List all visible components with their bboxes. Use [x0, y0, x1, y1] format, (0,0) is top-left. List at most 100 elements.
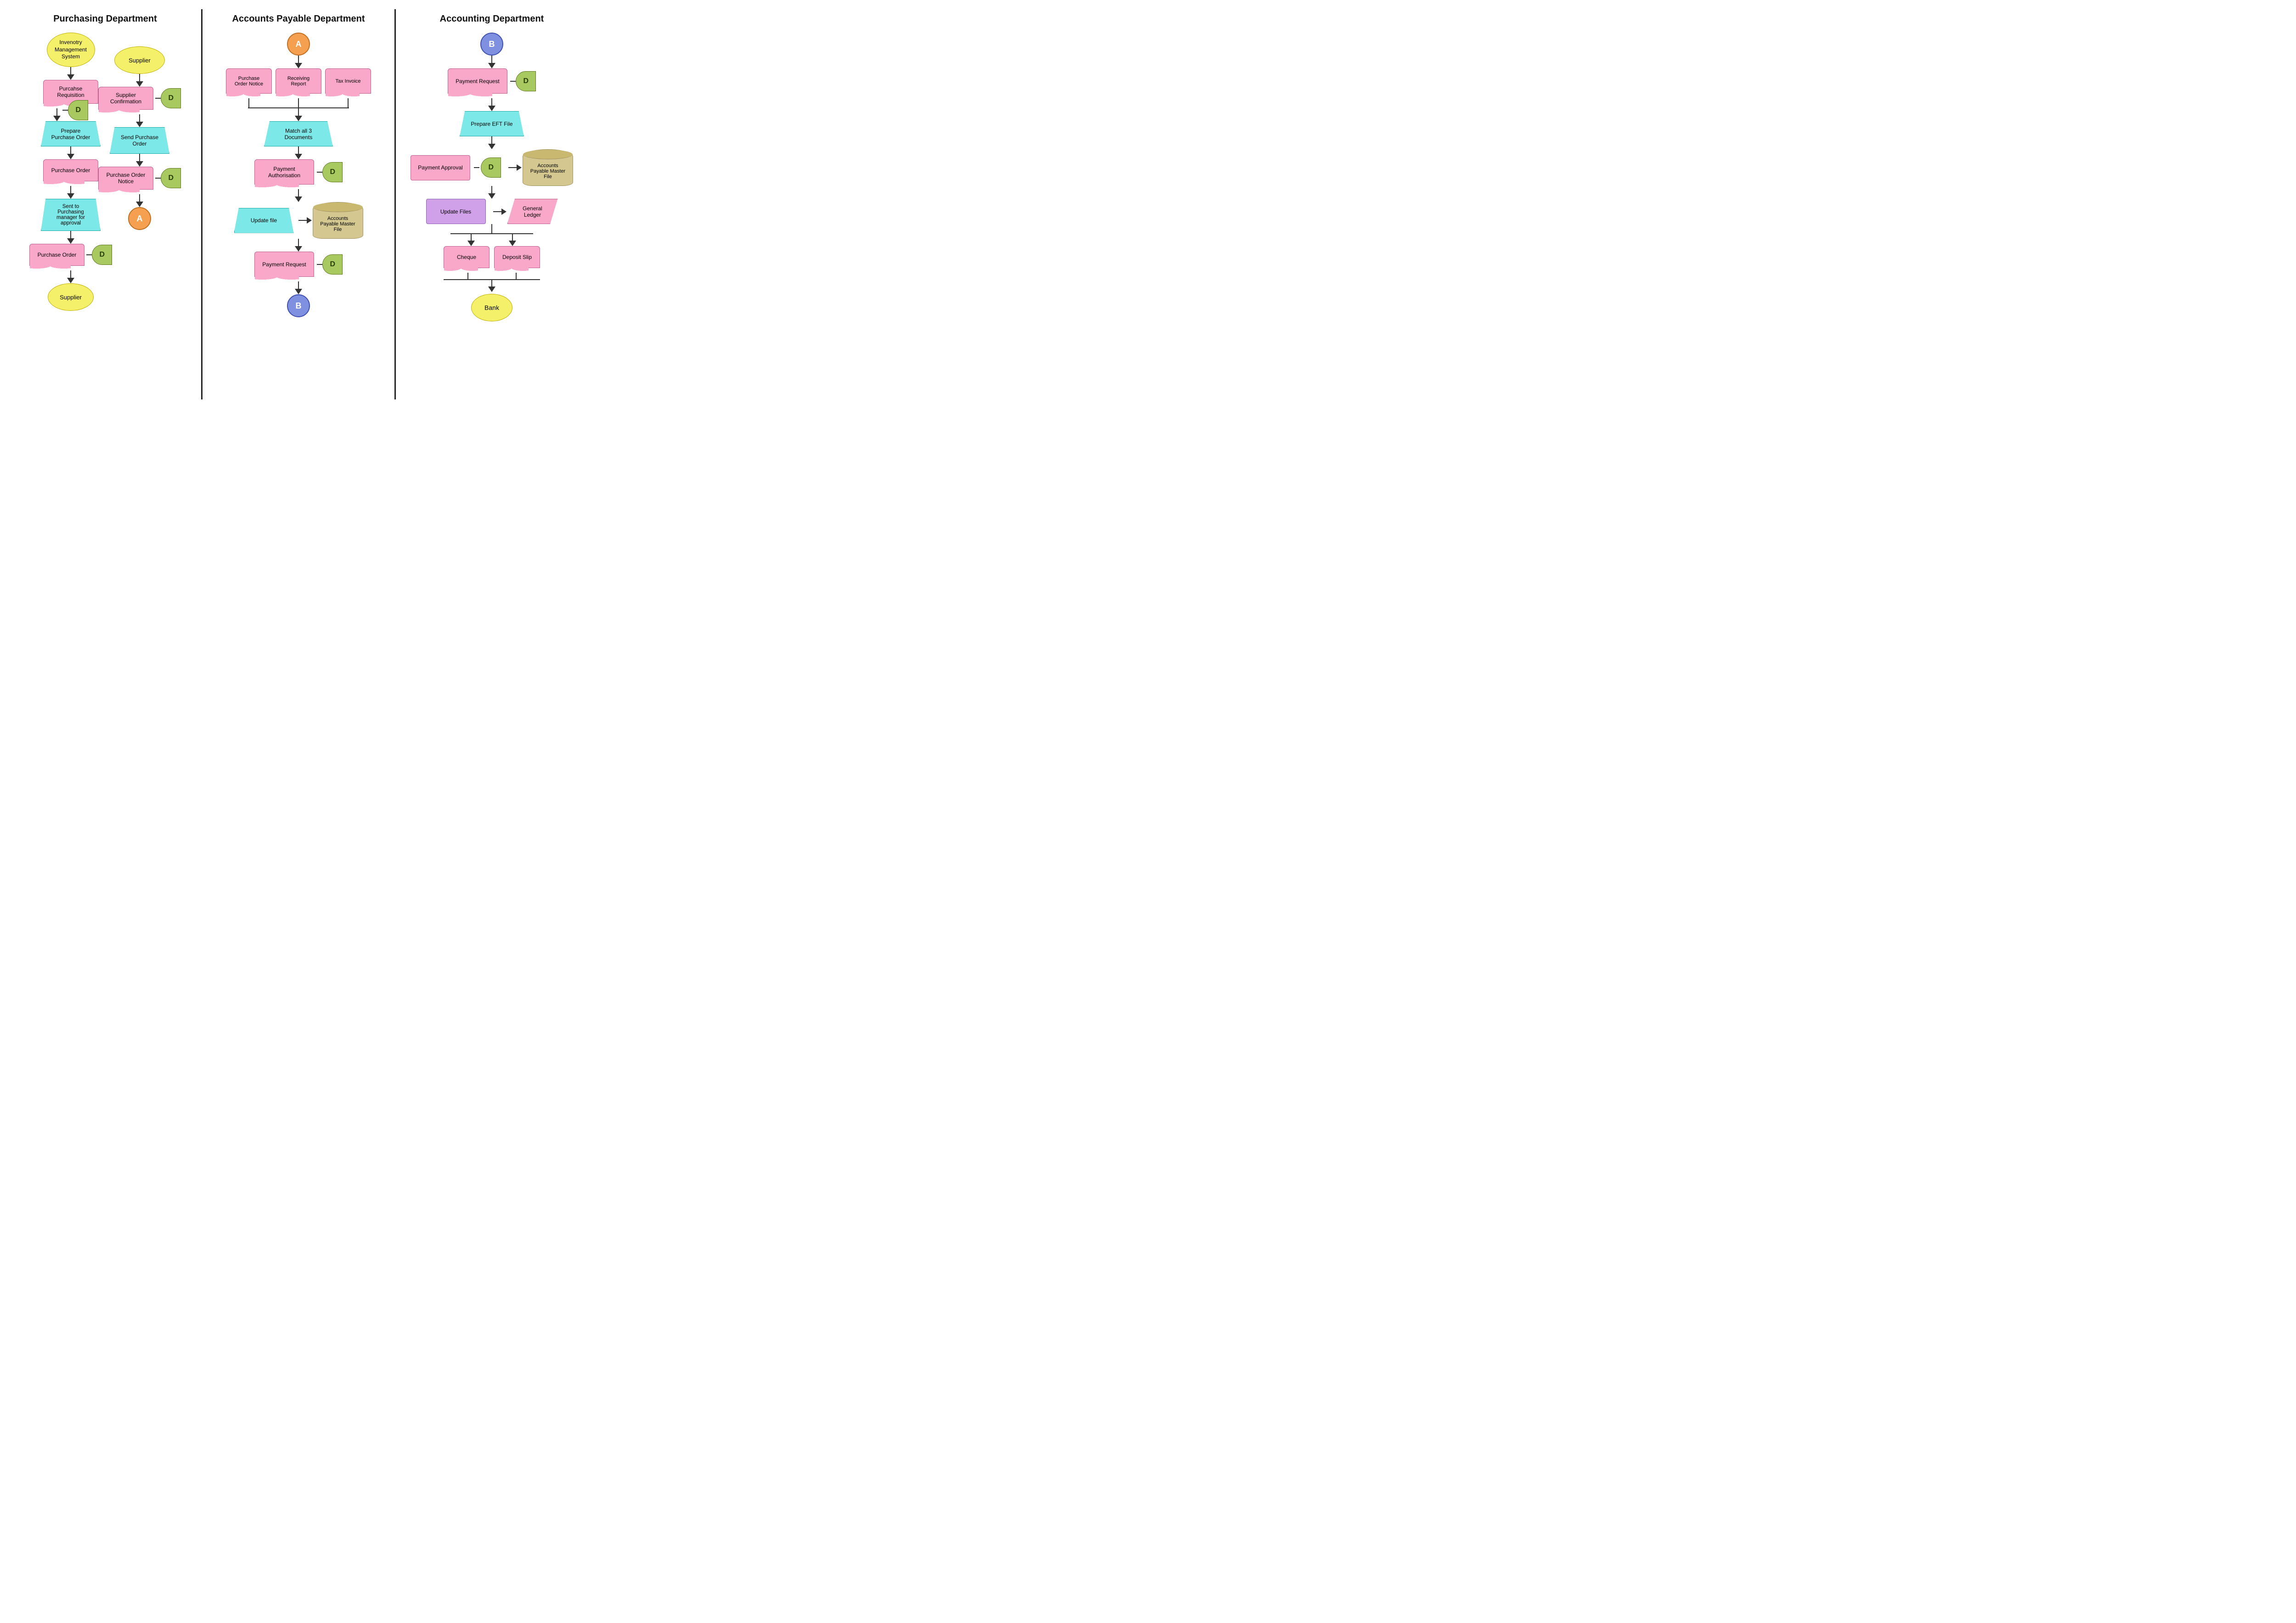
- d-shape-payauth: D: [322, 162, 343, 182]
- update-files-shape: Update Files: [426, 199, 486, 224]
- inventory-label: Invenotry Management System: [55, 39, 87, 61]
- prepare-po-label: Prepare Purchase Order: [50, 128, 92, 140]
- ap-dept-title: Accounts Payable Department: [209, 14, 388, 24]
- acc-arrow3: [488, 136, 495, 149]
- general-ledger-shape: General Ledger: [507, 199, 558, 224]
- supplier-left-label: Supplier: [60, 294, 82, 301]
- payment-request-ap-label: Payment Request: [262, 261, 306, 268]
- bank-label: Bank: [484, 304, 499, 311]
- tax-invoice-col: Tax Invoice: [325, 68, 371, 107]
- arrow-r2: [136, 114, 143, 127]
- update-files-label: Update Files: [440, 208, 471, 215]
- sent-approval-wrapper: Sent to Purchasing manager for approval: [41, 199, 101, 231]
- inventory-wrapper: Invenotry Management System: [47, 33, 95, 67]
- ap-arrow3: [295, 146, 302, 159]
- purchase-req-shape: Purcahse Requisition: [43, 80, 98, 104]
- deposit-slip-shape: Deposit Slip: [494, 246, 540, 268]
- po-notice-col: Purchase Order Notice: [226, 68, 272, 107]
- ap-department: Accounts Payable Department A Purchase O…: [203, 9, 394, 399]
- purchase-req-label: Purcahse Requisition: [49, 85, 92, 98]
- po-notice-ap-label: Purchase Order Notice: [232, 76, 266, 87]
- diagram-container: Purchasing Department Invenotry Manageme…: [9, 9, 588, 399]
- update-file-shape: Update file: [234, 208, 294, 233]
- bank-shape: Bank: [471, 294, 512, 321]
- send-po-shape: Send Purchase Order: [110, 127, 169, 154]
- merge-line-3: [348, 98, 349, 107]
- ap-arrow5: [295, 239, 302, 252]
- po-notice-right-label: Purchase Order Notice: [104, 172, 147, 185]
- receiving-report-label: Receiving Report: [281, 76, 315, 87]
- sent-approval-shape: Sent to Purchasing manager for approval: [41, 199, 101, 231]
- split-arrow: Cheque Deposit Slip: [444, 224, 540, 321]
- receiving-report-shape: Receiving Report: [276, 68, 321, 94]
- arrow4: [67, 186, 74, 199]
- receiving-report-col: Receiving Report: [276, 68, 321, 107]
- acc-layout: B Payment Request D: [403, 33, 581, 321]
- arrow-r4: [136, 194, 143, 207]
- po2-label: Purchase Order: [38, 252, 77, 258]
- d-shape-payreq: D: [322, 254, 343, 275]
- po1-shape: Purchase Order: [43, 159, 98, 181]
- d-shape-purchreq: D: [68, 100, 88, 120]
- arrow1: [67, 67, 74, 80]
- ap-section: A Purchase Order Notice Re: [209, 33, 388, 317]
- purchasing-department: Purchasing Department Invenotry Manageme…: [9, 9, 201, 399]
- prepare-eft-shape: Prepare EFT File: [460, 111, 524, 136]
- supplier-confirm-label: Supplier Confirmation: [104, 92, 147, 105]
- payment-auth-shape: Payment Authorisation: [254, 159, 314, 185]
- send-po-label: Send Purchase Order: [118, 134, 161, 147]
- cheque-shape: Cheque: [444, 246, 490, 268]
- circle-b-acc: B: [480, 33, 503, 56]
- d-shape-supplierconfirm: D: [161, 88, 181, 108]
- acc-dept-title: Accounting Department: [403, 14, 581, 24]
- payment-approval-shape: Payment Approval: [411, 155, 470, 180]
- arrow2: [53, 108, 61, 121]
- arrow5: [67, 231, 74, 244]
- inventory-system-shape: Invenotry Management System: [47, 33, 95, 67]
- po-notice-ap-shape: Purchase Order Notice: [226, 68, 272, 94]
- ap-arrow4: [295, 189, 302, 202]
- supplier-confirm-shape: Supplier Confirmation: [98, 87, 153, 110]
- payment-request-ap-shape: Payment Request: [254, 252, 314, 277]
- purchasing-left-col: Invenotry Management System Purcahse Req…: [39, 33, 103, 311]
- general-ledger-label: General Ledger: [517, 205, 548, 218]
- supplier-left-wrapper: Supplier: [48, 283, 94, 311]
- deposit-slip-label: Deposit Slip: [502, 254, 532, 260]
- payment-auth-label: Payment Authorisation: [260, 166, 308, 179]
- arrow-r3: [136, 154, 143, 167]
- acc-master-shape: Accounts Payable Master File: [523, 149, 573, 186]
- circle-b-ap: B: [287, 294, 310, 317]
- arrow-r1: [136, 74, 143, 87]
- d-shape-po2: D: [92, 245, 112, 265]
- prepare-po-shape: Prepare Purchase Order: [41, 121, 101, 146]
- d-shape-payapproval: D: [481, 157, 501, 178]
- acc-department: Accounting Department B Payment Request …: [396, 9, 588, 399]
- update-file-label: Update file: [251, 217, 277, 224]
- merge-line-2: [298, 98, 299, 107]
- ap-master-label: Accounts Payable Master File: [319, 216, 357, 232]
- purchasing-dept-title: Purchasing Department: [16, 14, 194, 24]
- arrow-to-drum: [307, 217, 312, 224]
- three-docs-row: Purchase Order Notice Receiving Report T…: [226, 68, 371, 107]
- d-shape-ponotice: D: [161, 168, 181, 188]
- purchasing-right-col: Supplier Supplier Confirmation D: [107, 46, 172, 311]
- ap-arrow6: [295, 281, 302, 294]
- payment-approval-label: Payment Approval: [418, 164, 462, 171]
- acc-arrow1: [488, 56, 495, 68]
- tax-invoice-shape: Tax Invoice: [325, 68, 371, 94]
- arrow3: [67, 146, 74, 159]
- circle-a-ap: A: [287, 33, 310, 56]
- arrow-to-drum2: [517, 164, 522, 171]
- prepare-po-wrapper: Prepare Purchase Order: [41, 121, 101, 146]
- po1-wrapper: Purchase Order: [43, 159, 98, 186]
- match-docs-label: Match all 3 Documents: [273, 128, 324, 140]
- po-notice-right-shape: Purchase Order Notice: [98, 167, 153, 190]
- purchasing-layout: Invenotry Management System Purcahse Req…: [16, 33, 194, 311]
- acc-arrow2: [488, 98, 495, 111]
- circle-a-purchasing: A: [128, 207, 151, 230]
- tax-invoice-label: Tax Invoice: [335, 79, 360, 84]
- supplier-right-shape: Supplier: [114, 46, 165, 74]
- merge-line-1: [248, 98, 249, 107]
- payment-request-acc-label: Payment Request: [456, 78, 499, 84]
- acc-master-label: Accounts Payable Master File: [529, 163, 567, 180]
